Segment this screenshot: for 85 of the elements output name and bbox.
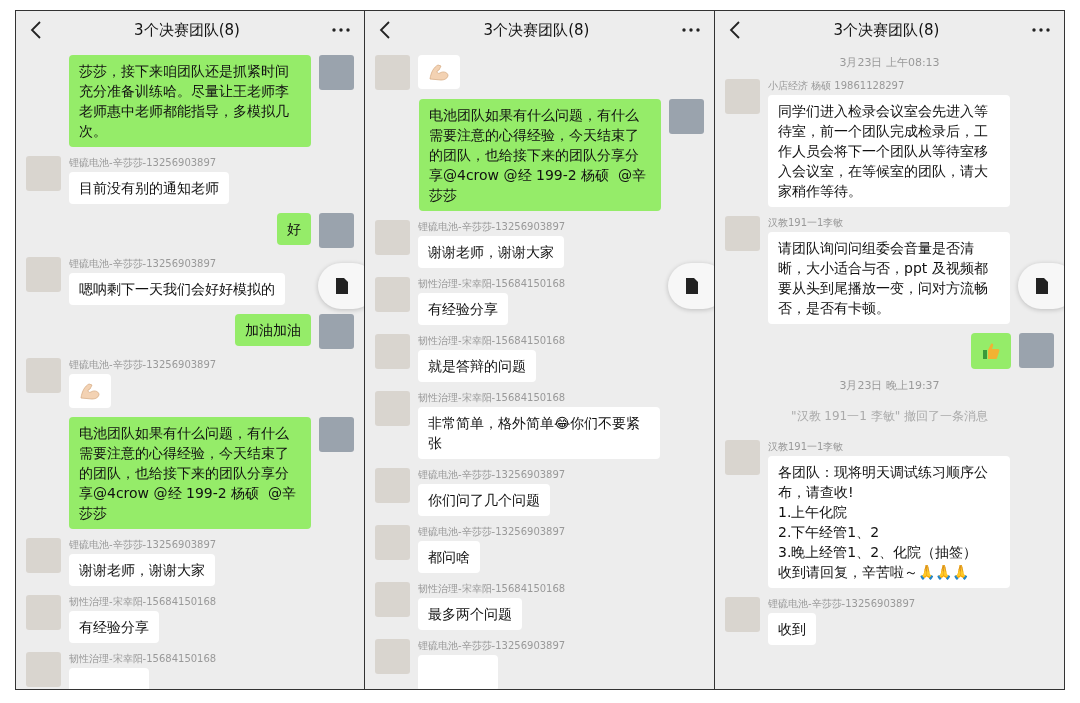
avatar[interactable]: [375, 55, 410, 90]
sender-name: 小店经济 杨硕 19861128297: [768, 79, 905, 93]
sender-name: 韧性治理-宋幸阳-15684150168: [418, 582, 566, 596]
avatar[interactable]: [26, 595, 61, 630]
file-icon: [686, 278, 698, 294]
timestamp: 3月23日 上午08:13: [839, 55, 940, 70]
photo-placeholder[interactable]: [319, 314, 354, 349]
photo-placeholder[interactable]: [319, 417, 354, 452]
thumbs-up-icon: [981, 341, 1001, 361]
sender-name: 锂硫电池-辛莎莎-13256903897: [69, 156, 217, 170]
message-bubble: 都问啥: [418, 541, 480, 573]
message-bubble: 莎莎，接下来咱团队还是抓紧时间充分准备训练哈。尽量让王老师李老师惠中老师都能指导，多模拟几次。: [69, 55, 311, 147]
message-bubble: 电池团队如果有什么问题，有什么需要注意的心得经验，今天结束了的团队，也给接下来的团队分享分享@4crow @经 199-2 杨硕 @辛莎莎: [69, 417, 311, 529]
avatar[interactable]: [375, 639, 410, 674]
message-bubble: 就是答辩的问题: [418, 350, 536, 382]
back-icon[interactable]: [729, 21, 741, 39]
avatar[interactable]: [26, 652, 61, 687]
message-bubble: 目前没有别的通知老师: [69, 172, 229, 204]
avatar[interactable]: [725, 216, 760, 251]
message-bubble: 有经验分享: [69, 611, 159, 643]
message-bubble: 好: [277, 213, 311, 245]
file-button[interactable]: [318, 263, 364, 309]
avatar[interactable]: [26, 257, 61, 292]
message-bubble: 请团队询问问组委会音量是否清晰，大小适合与否，ppt 及视频都要从头到尾播放一变，问对方流畅否，是否有卡顿。: [768, 232, 1010, 324]
avatar[interactable]: [375, 334, 410, 369]
avatar[interactable]: [26, 538, 61, 573]
message-line: 1.上午化院: [778, 503, 849, 522]
message-line: 各团队：现将明天调试练习顺序公布，请查收!: [778, 463, 989, 502]
chat-title: 3个决赛团队(8): [134, 20, 240, 40]
sender-name: 锂硫电池-辛莎莎-13256903897: [418, 220, 566, 234]
message-bubble: 有经验分享: [418, 293, 508, 325]
sender-name: 锂硫电池-辛莎莎-13256903897: [69, 538, 217, 552]
message-bubble: 同学们进入检录会议室会先进入等待室，前一个团队完成检录后，工作人员会将下一个团队从等待室移入会议室，在等候室的团队，请大家稍作等待。: [768, 95, 1010, 207]
sender-name: 锂硫电池-辛莎莎-13256903897: [418, 525, 566, 539]
message-line: 3.晚上经管1、2、化院（抽签）: [778, 543, 979, 562]
more-icon[interactable]: [332, 28, 350, 32]
message-bubble: 你们问了几个问题: [418, 484, 550, 516]
avatar[interactable]: [725, 79, 760, 114]
more-icon[interactable]: [682, 28, 700, 32]
avatar[interactable]: [375, 391, 410, 426]
timestamp: 3月23日 晚上19:37: [839, 378, 940, 393]
avatar[interactable]: [725, 440, 760, 475]
sender-name: 锂硫电池-辛莎莎-13256903897: [69, 257, 217, 271]
avatar[interactable]: [375, 277, 410, 312]
file-button[interactable]: [1018, 263, 1064, 309]
photo-placeholder[interactable]: [319, 213, 354, 248]
message-bubble: 电池团队如果有什么问题，有什么需要注意的心得经验，今天结束了的团队，也给接下来的团队分享分享@4crow @经 199-2 杨硕 @辛莎莎: [419, 99, 661, 211]
sender-name: 韧性治理-宋幸阳-15684150168: [69, 595, 217, 609]
message-line: 收到请回复，辛苦啦～🙏🙏🙏: [778, 563, 970, 582]
avatar[interactable]: [375, 468, 410, 503]
sender-name: 锂硫电池-辛莎莎-13256903897: [418, 468, 566, 482]
file-icon: [1036, 278, 1048, 294]
photo-placeholder[interactable]: [319, 55, 354, 90]
file-button[interactable]: [668, 263, 714, 309]
message-line: 2.下午经管1、2: [778, 523, 881, 542]
photo-placeholder[interactable]: [1019, 333, 1054, 368]
message-bubble: 嗯呐剩下一天我们会好好模拟的: [69, 273, 285, 305]
sender-name: 锂硫电池-辛莎莎-13256903897: [69, 358, 217, 372]
photo-placeholder[interactable]: [669, 99, 704, 134]
avatar[interactable]: [375, 220, 410, 255]
message-bubble: 收到: [768, 613, 816, 645]
avatar[interactable]: [26, 358, 61, 393]
message-bubble: 谢谢老师，谢谢大家: [69, 554, 215, 586]
sender-name: 锂硫电池-辛莎莎-13256903897: [418, 639, 566, 653]
message-bubble: 谢谢老师，谢谢大家: [418, 236, 564, 268]
back-icon[interactable]: [379, 21, 391, 39]
sender-name: 韧性治理-宋幸阳-15684150168: [69, 652, 217, 666]
avatar[interactable]: [375, 582, 410, 617]
sender-name: 韧性治理-宋幸阳-15684150168: [418, 391, 566, 405]
back-icon[interactable]: [30, 21, 42, 39]
avatar[interactable]: [375, 525, 410, 560]
flexed-arm-icon: [79, 382, 101, 400]
sender-name: 韧性治理-宋幸阳-15684150168: [418, 277, 566, 291]
sender-name: 锂硫电池-辛莎莎-13256903897: [768, 597, 916, 611]
avatar[interactable]: [26, 156, 61, 191]
sender-name: 韧性治理-宋幸阳-15684150168: [418, 334, 566, 348]
file-icon: [336, 278, 348, 294]
message-bubble: 加油加油: [235, 314, 311, 346]
flexed-arm-icon: [428, 63, 450, 81]
message-bubble: 最多两个问题: [418, 598, 522, 630]
chat-title: 3个决赛团队(8): [483, 20, 590, 40]
message-bubble: 非常简单，格外简单😂你们不要紧张: [418, 407, 660, 459]
avatar[interactable]: [725, 597, 760, 632]
chat-title: 3个决赛团队(8): [833, 20, 940, 40]
more-icon[interactable]: [1032, 28, 1050, 32]
